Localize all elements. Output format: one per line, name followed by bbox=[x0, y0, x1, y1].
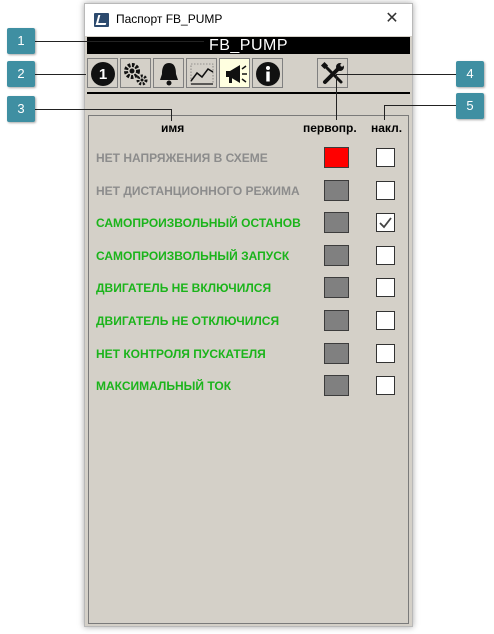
message-label: ДВИГАТЕЛЬ НЕ ВКЛЮЧИЛСЯ bbox=[96, 281, 272, 295]
messages-panel: имя первопр. накл. НЕТ НАПРЯЖЕНИЯ В СХЕМ… bbox=[88, 115, 409, 624]
info-icon bbox=[256, 62, 280, 86]
message-label: САМОПРОИЗВОЛЬНЫЙ ЗАПУСК bbox=[96, 249, 290, 263]
tab-alarms-button[interactable] bbox=[153, 58, 184, 88]
gears-icon bbox=[124, 63, 148, 86]
overlay-checkbox[interactable] bbox=[376, 311, 395, 330]
first-cause-indicator bbox=[324, 147, 349, 168]
first-cause-indicator bbox=[324, 180, 349, 201]
tab-service-button[interactable] bbox=[317, 58, 348, 88]
checkmark-icon bbox=[379, 217, 392, 229]
first-cause-indicator bbox=[324, 375, 349, 396]
overlay-checkbox[interactable] bbox=[376, 376, 395, 395]
callout-3: 3 bbox=[7, 96, 35, 122]
callout-2: 2 bbox=[7, 61, 35, 87]
megaphone-icon bbox=[226, 65, 247, 83]
callout-leader-3b bbox=[171, 109, 172, 121]
first-cause-indicator bbox=[324, 277, 349, 298]
message-label: НЕТ КОНТРОЛЯ ПУСКАТЕЛЯ bbox=[96, 347, 266, 361]
overlay-checkbox[interactable] bbox=[376, 181, 395, 200]
column-header-overlay: накл. bbox=[371, 121, 403, 135]
overlay-checkbox[interactable] bbox=[376, 344, 395, 363]
overlay-checkbox[interactable] bbox=[376, 148, 395, 167]
message-label: НЕТ НАПРЯЖЕНИЯ В СХЕМЕ bbox=[96, 151, 268, 165]
app-icon bbox=[94, 13, 109, 27]
first-cause-indicator bbox=[324, 212, 349, 233]
svg-text:1: 1 bbox=[99, 66, 107, 83]
callout-1: 1 bbox=[7, 28, 35, 54]
title-bar: Паспорт FB_PUMP ✕ bbox=[85, 4, 412, 36]
callout-leader-4 bbox=[336, 74, 456, 75]
first-cause-indicator bbox=[324, 245, 349, 266]
message-label: НЕТ ДИСТАНЦИОННОГО РЕЖИМА bbox=[96, 184, 300, 198]
tab-main-button[interactable]: 1 bbox=[87, 58, 118, 88]
passport-window: Паспорт FB_PUMP ✕ FB_PUMP 1 имя первопр.… bbox=[84, 3, 413, 627]
tab-trends-button[interactable] bbox=[186, 58, 217, 88]
column-header-first: первопр. bbox=[303, 121, 357, 135]
callout-leader-5 bbox=[384, 105, 456, 106]
message-label: МАКСИМАЛЬНЫЙ ТОК bbox=[96, 379, 232, 393]
overlay-checkbox[interactable] bbox=[376, 278, 395, 297]
first-cause-indicator bbox=[324, 310, 349, 331]
bell-icon bbox=[160, 63, 178, 86]
callout-leader-1 bbox=[34, 41, 204, 42]
callout-5: 5 bbox=[456, 93, 484, 119]
trend-chart-icon bbox=[190, 63, 214, 85]
window-title: Паспорт FB_PUMP bbox=[116, 12, 223, 26]
callout-leader-5b bbox=[384, 105, 385, 120]
object-name-banner: FB_PUMP bbox=[87, 37, 410, 54]
overlay-checkbox[interactable] bbox=[376, 246, 395, 265]
toolbar-divider bbox=[87, 92, 410, 94]
first-cause-indicator bbox=[324, 343, 349, 364]
tab-info-button[interactable] bbox=[252, 58, 283, 88]
close-icon[interactable]: ✕ bbox=[380, 7, 404, 31]
message-label: ДВИГАТЕЛЬ НЕ ОТКЛЮЧИЛСЯ bbox=[96, 314, 280, 328]
tab-messages-button[interactable] bbox=[219, 58, 250, 88]
callout-leader-3 bbox=[34, 109, 172, 110]
callout-leader-4b bbox=[336, 74, 337, 120]
callout-leader-2 bbox=[34, 74, 86, 75]
callout-4: 4 bbox=[456, 61, 484, 87]
number-one-icon: 1 bbox=[91, 62, 115, 86]
tab-settings-button[interactable] bbox=[120, 58, 151, 88]
column-header-name: имя bbox=[161, 121, 185, 135]
message-label: САМОПРОИЗВОЛЬНЫЙ ОСТАНОВ bbox=[96, 216, 301, 230]
overlay-checkbox[interactable] bbox=[376, 213, 395, 232]
